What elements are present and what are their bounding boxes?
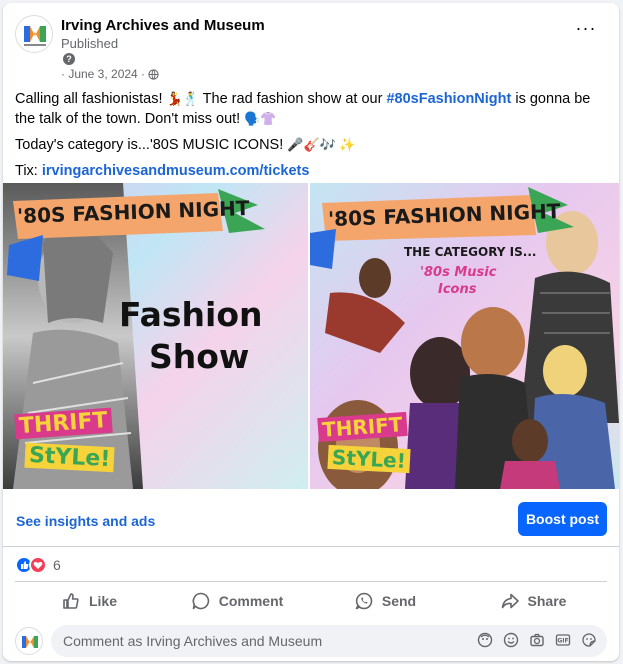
post-line-1: Calling all fashionistas! 💃🕺 The rad fas… <box>15 89 607 129</box>
category-line-1: '80s Music <box>420 265 497 280</box>
dancers-emoji: 💃🕺 <box>166 91 199 106</box>
insights-row: See insights and ads Boost post <box>3 495 619 547</box>
music-emoji: 🎤🎸🎶 ✨ <box>287 137 356 152</box>
svg-text:GIF: GIF <box>557 638 568 645</box>
comment-placeholder: Comment as Irving Archives and Museum <box>63 633 323 649</box>
boost-post-button[interactable]: Boost post <box>518 502 607 536</box>
reaction-count: 6 <box>53 557 61 573</box>
page-name[interactable]: Irving Archives and Museum <box>61 17 265 34</box>
share-label: Share <box>527 592 567 609</box>
post-line-1-part-a: Calling all fashionistas! <box>15 91 167 107</box>
tix-label: Tix: <box>15 163 42 179</box>
post-card: Irving Archives and Museum Published ? ·… <box>3 3 619 661</box>
music-icons-image[interactable]: '80S FASHION NIGHT THE CATEGORY IS... '8… <box>310 183 619 489</box>
post-line-2-text: Today's category is...'80S MUSIC ICONS! <box>15 137 288 153</box>
post-media: '80S FASHION NIGHT Fashion Show THRIFT S… <box>3 183 619 489</box>
gif-icon[interactable]: GIF <box>555 632 571 648</box>
like-button[interactable]: Like <box>15 582 163 619</box>
globe-icon <box>148 68 159 80</box>
post-status: Published <box>61 36 119 51</box>
love-reaction-icon <box>29 556 47 574</box>
comment-icon <box>192 592 209 609</box>
like-label: Like <box>88 592 117 609</box>
see-insights-link[interactable]: See insights and ads <box>16 513 155 529</box>
emoji-icon[interactable] <box>503 632 519 648</box>
share-icon <box>501 593 519 608</box>
whatsapp-icon <box>355 592 373 609</box>
post-header: Irving Archives and Museum Published ? ·… <box>15 15 607 85</box>
comment-composer: Comment as Irving Archives and Museum GI… <box>15 625 607 659</box>
share-button[interactable]: Share <box>459 582 607 619</box>
help-icon[interactable]: ? <box>63 53 75 65</box>
avatar-sticker-icon[interactable] <box>477 632 493 648</box>
tickets-link[interactable]: irvingarchivesandmuseum.com/tickets <box>42 163 310 179</box>
style-label-right: StYLe! <box>327 444 411 474</box>
post-actions: Like Comment Send Share <box>15 581 607 619</box>
show-title: Show <box>149 337 250 376</box>
fashion-title: Fashion <box>119 295 263 334</box>
sticker-icon[interactable] <box>581 632 597 648</box>
comment-button[interactable]: Comment <box>163 582 311 619</box>
post-meta: · June 3, 2024 · <box>61 67 159 81</box>
send-button[interactable]: Send <box>311 582 459 619</box>
post-line-1-part-b: The rad fashion show at our <box>198 91 387 107</box>
more-options-button[interactable]: ··· <box>571 19 601 45</box>
comment-tools: GIF <box>477 632 597 648</box>
fashion-show-image[interactable]: '80S FASHION NIGHT Fashion Show THRIFT S… <box>3 183 308 489</box>
post-date[interactable]: · June 3, 2024 · <box>61 67 145 81</box>
page-avatar[interactable] <box>15 15 53 53</box>
category-subtitle: THE CATEGORY IS... <box>404 245 537 259</box>
comment-label: Comment <box>218 592 284 609</box>
speaking-shirt-emoji: 🗣️👚 <box>244 111 277 126</box>
reactions-summary[interactable]: 6 <box>15 555 61 575</box>
hashtag-link[interactable]: #80sFashionNight <box>386 91 511 107</box>
post-line-3: Tix: irvingarchivesandmuseum.com/tickets <box>15 161 607 181</box>
send-label: Send <box>381 592 417 609</box>
comment-input[interactable]: Comment as Irving Archives and Museum GI… <box>51 625 607 657</box>
category-line-2: Icons <box>438 282 477 297</box>
style-label-left: StYLe! <box>24 442 115 473</box>
camera-icon[interactable] <box>529 632 545 648</box>
post-line-2: Today's category is...'80S MUSIC ICONS! … <box>15 135 607 155</box>
post-text: Calling all fashionistas! 💃🕺 The rad fas… <box>15 89 607 187</box>
like-icon <box>63 592 79 609</box>
commenter-avatar[interactable] <box>15 627 43 655</box>
